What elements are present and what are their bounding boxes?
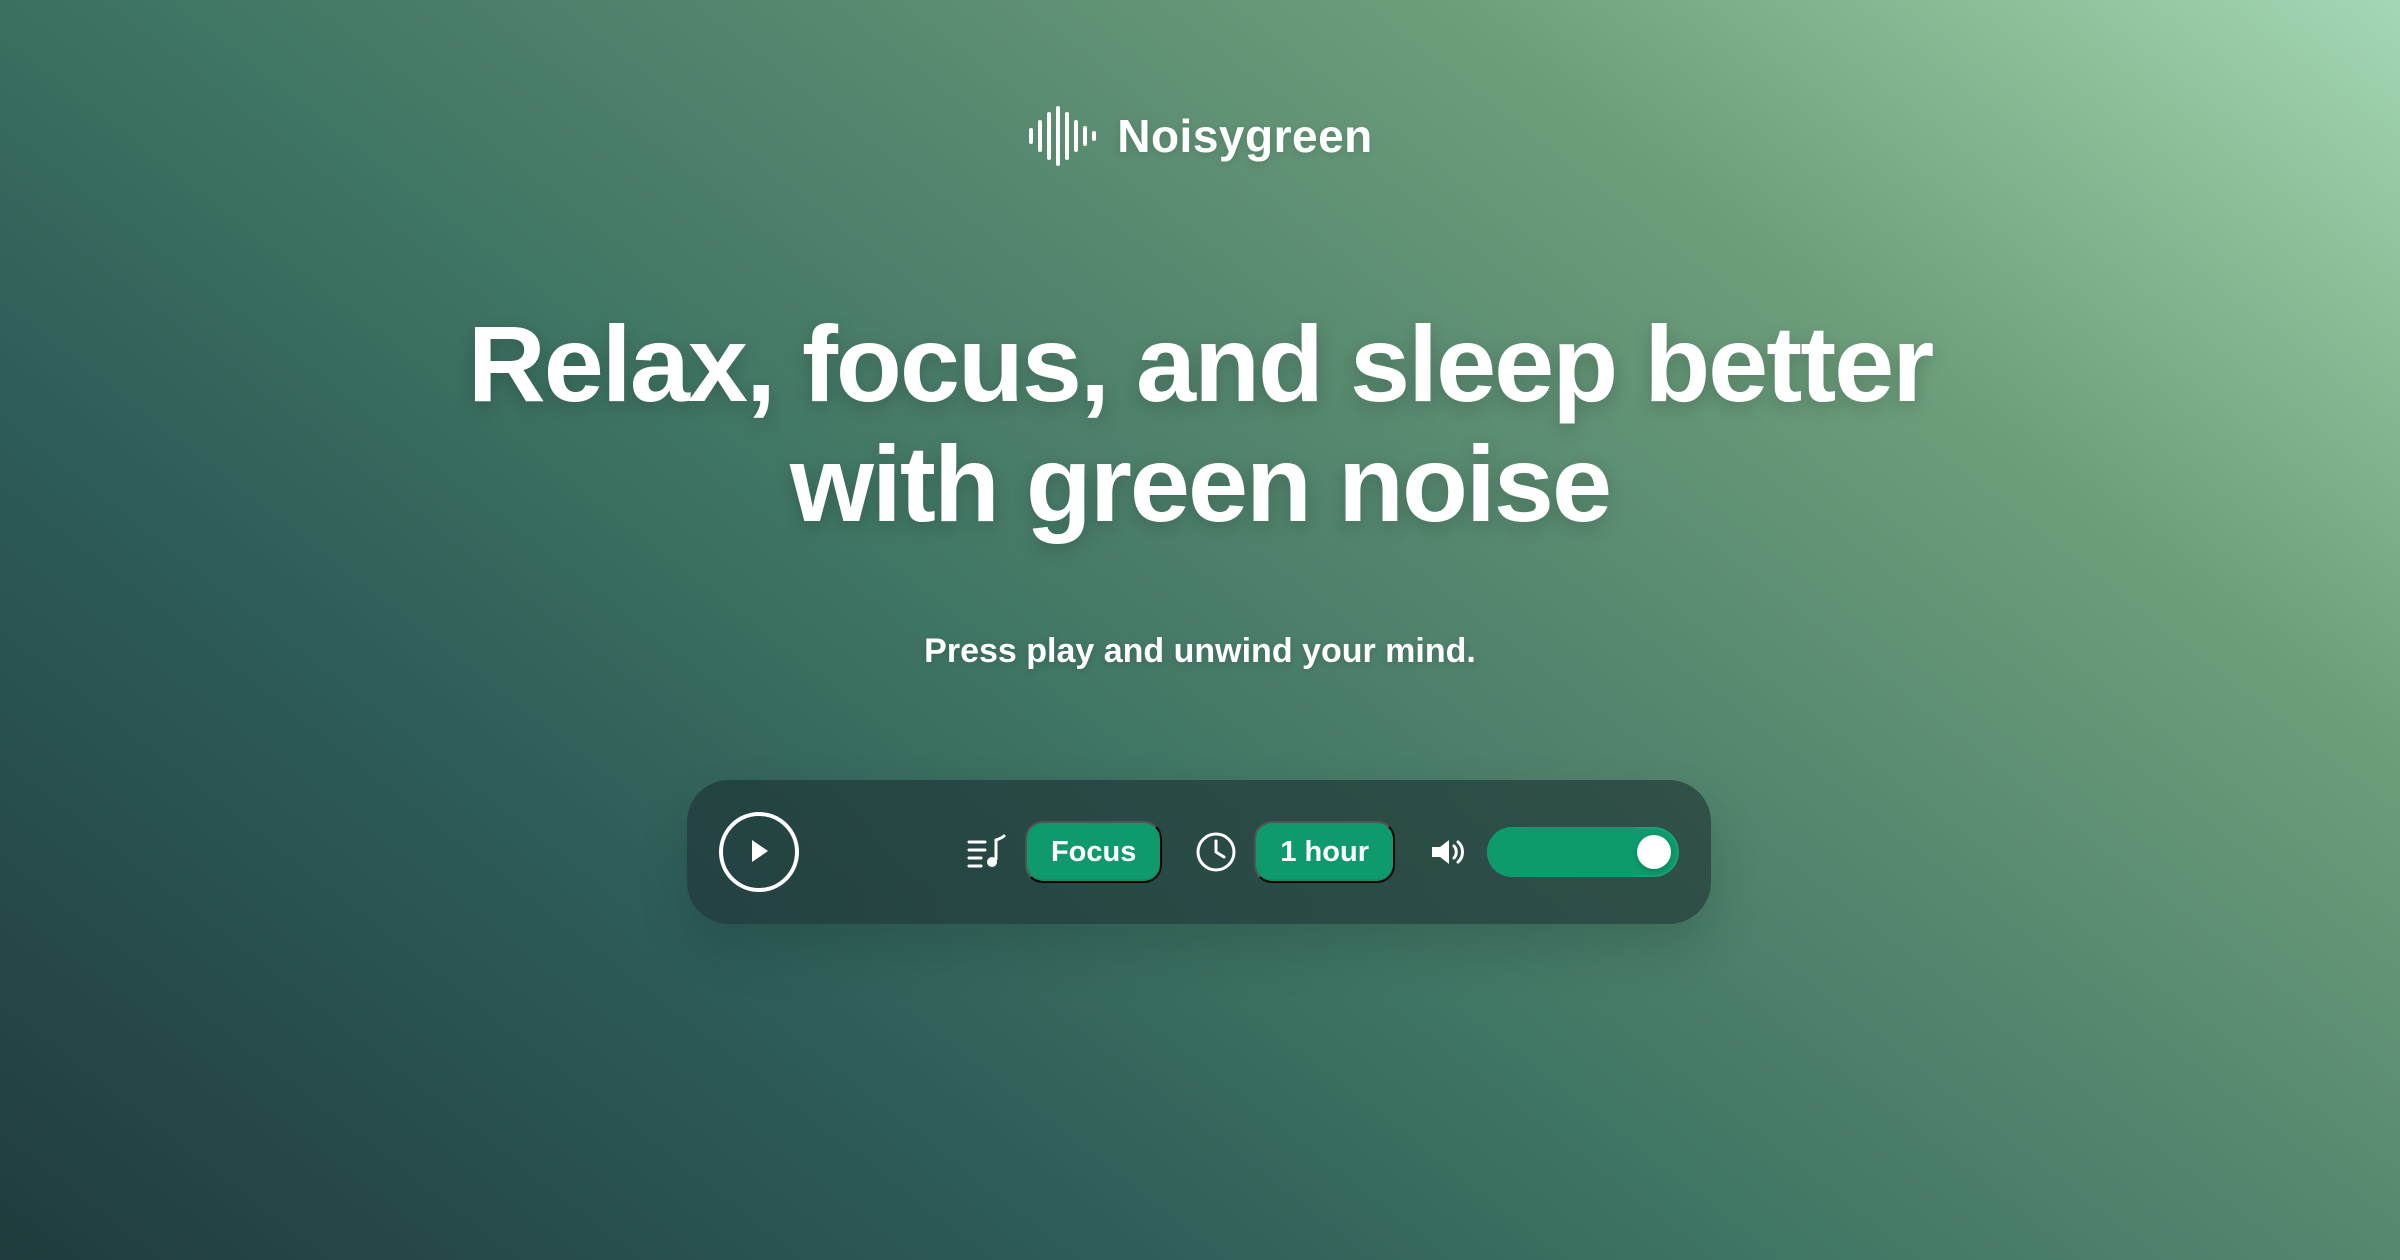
play-button[interactable]	[719, 812, 799, 892]
audio-player-bar: Focus 1 hour	[687, 780, 1711, 924]
volume-icon	[1427, 830, 1471, 874]
brand-name: Noisygreen	[1117, 110, 1373, 162]
mode-selector-button[interactable]: Focus	[1024, 821, 1163, 883]
volume-control	[1427, 827, 1679, 877]
hero-headline-line-2: with green noise	[789, 423, 1612, 544]
brand-lockup[interactable]: Noisygreen	[1027, 104, 1373, 168]
hero-headline-line-1: Relax, focus, and sleep better	[467, 303, 1935, 424]
hero-subheading: Press play and unwind your mind.	[924, 632, 1476, 670]
soundwave-icon	[1027, 104, 1099, 168]
playlist-music-icon	[965, 830, 1009, 874]
timer-control: 1 hour	[1194, 821, 1395, 883]
timer-selector-button[interactable]: 1 hour	[1254, 821, 1395, 883]
hero-headline: Relax, focus, and sleep better with gree…	[0, 304, 2400, 544]
volume-slider-thumb[interactable]	[1637, 835, 1671, 869]
mode-control: Focus	[965, 821, 1163, 883]
clock-icon	[1194, 830, 1238, 874]
volume-slider[interactable]	[1487, 827, 1679, 877]
play-icon	[744, 835, 774, 870]
volume-slider-fill	[1487, 827, 1654, 877]
hero-section: Relax, focus, and sleep better with gree…	[0, 304, 2400, 544]
site-header: Noisygreen	[0, 104, 2400, 168]
